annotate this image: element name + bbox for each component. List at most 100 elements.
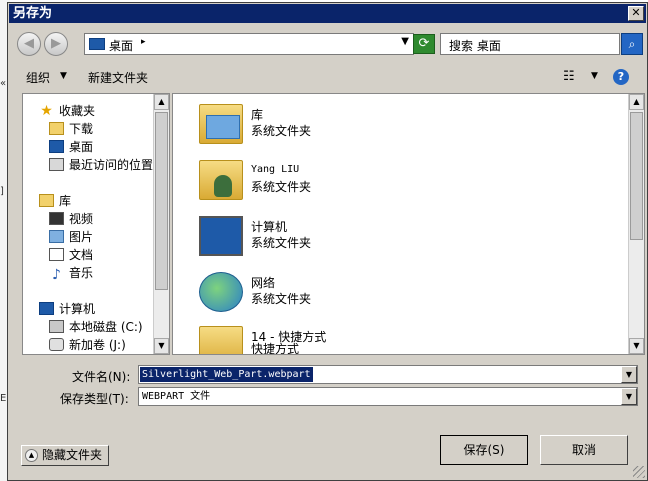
search-button[interactable]: ⌕: [621, 33, 643, 55]
back-arrow-icon: ◀: [24, 36, 34, 51]
computer-icon: [39, 302, 54, 315]
search-icon: ⌕: [628, 37, 636, 51]
chevron-up-icon: ▲: [25, 449, 38, 462]
music-icon: ♪: [52, 267, 61, 283]
item-type: 快捷方式: [251, 342, 300, 355]
filename-field[interactable]: Silverlight_Web_Part.webpart ▼: [138, 365, 638, 384]
navigation-bar: ◀ ▶ 桌面 ▸ ▼ ⟳ 搜索 桌面 ⌕: [8, 25, 647, 61]
address-location[interactable]: 桌面: [109, 37, 133, 54]
sidebar-item-music[interactable]: ♪ 音乐: [49, 264, 93, 282]
chevron-down-icon[interactable]: ▼: [621, 388, 637, 405]
sidebar-item-desktop[interactable]: 桌面: [49, 138, 93, 156]
window-title: 另存为: [13, 6, 53, 21]
refresh-button[interactable]: ⟳: [413, 34, 435, 54]
help-icon[interactable]: ?: [613, 69, 629, 85]
sidebar-item-libraries[interactable]: 库: [39, 192, 71, 210]
back-button[interactable]: ◀: [17, 32, 41, 56]
sidebar-item-computer[interactable]: 计算机: [39, 300, 95, 318]
scroll-up-button[interactable]: ▲: [629, 94, 644, 110]
library-icon: [39, 194, 54, 207]
pictures-icon: [49, 230, 64, 243]
sidebar-item-documents[interactable]: 文档: [49, 246, 93, 264]
shortcut-folder-icon: [199, 326, 243, 354]
filetype-label: 保存类型(T):: [60, 392, 129, 406]
sidebar-item-label: 下载: [69, 122, 94, 136]
scroll-down-button[interactable]: ▼: [629, 338, 644, 354]
sidebar-item-favorites[interactable]: ★ 收藏夹: [39, 102, 95, 120]
nav-pane-scrollbar[interactable]: ▲ ▼: [153, 94, 169, 354]
filename-value[interactable]: Silverlight_Web_Part.webpart: [140, 367, 313, 382]
scroll-thumb[interactable]: [155, 112, 168, 290]
item-type: 系统文件夹: [251, 292, 312, 306]
resize-grip[interactable]: [633, 466, 645, 478]
sidebar-item-label: 最近访问的位置: [69, 158, 154, 172]
sidebar-item-new-volume[interactable]: 新加卷 (J:): [49, 336, 126, 354]
chevron-down-icon[interactable]: ▼: [621, 366, 637, 383]
sidebar-item-label: 计算机: [59, 302, 96, 316]
scroll-down-button[interactable]: ▼: [154, 338, 169, 354]
scroll-up-button[interactable]: ▲: [154, 94, 169, 110]
sidebar-item-label: 文档: [69, 248, 94, 262]
library-folder-icon: [199, 104, 243, 144]
item-type: 系统文件夹: [251, 236, 312, 250]
sidebar-item-label: 收藏夹: [59, 104, 96, 118]
recent-places-icon: [49, 158, 64, 171]
scroll-thumb[interactable]: [630, 112, 643, 240]
file-list-scrollbar[interactable]: ▲ ▼: [628, 94, 644, 354]
sidebar-item-label: 桌面: [69, 140, 94, 154]
desktop-icon: [89, 38, 105, 50]
forward-arrow-icon: ▶: [51, 36, 61, 51]
filename-label: 文件名(N):: [72, 370, 131, 384]
filetype-select[interactable]: WEBPART 文件 ▼: [138, 387, 638, 406]
background-text: «: [0, 78, 7, 89]
sidebar-item-local-disk[interactable]: 本地磁盘 (C:): [49, 318, 143, 336]
refresh-icon: ⟳: [418, 36, 430, 51]
save-button[interactable]: 保存(S): [440, 435, 528, 465]
hide-folders-button[interactable]: ▲ 隐藏文件夹: [21, 445, 109, 466]
background-text: ]: [0, 186, 4, 197]
search-input[interactable]: 搜索 桌面: [440, 33, 620, 55]
command-toolbar: 组织 ▼ 新建文件夹 ☷ ▼ ?: [8, 63, 647, 91]
user-folder-icon: [199, 160, 243, 200]
item-name: 库: [251, 108, 264, 122]
documents-icon: [49, 248, 64, 261]
hide-folders-label: 隐藏文件夹: [42, 448, 103, 462]
save-as-dialog: 另存为 ✕ ◀ ▶ 桌面 ▸ ▼ ⟳ 搜索 桌面 ⌕ 组织 ▼ 新建文件夹 ☷ …: [7, 2, 648, 481]
close-button[interactable]: ✕: [628, 6, 644, 21]
item-type: 系统文件夹: [251, 124, 312, 138]
cancel-button[interactable]: 取消: [540, 435, 628, 465]
address-bar[interactable]: 桌面 ▸ ▼: [84, 33, 414, 55]
new-volume-icon: [49, 338, 64, 351]
view-options-icon[interactable]: ☷: [563, 69, 575, 84]
item-type: 系统文件夹: [251, 180, 312, 194]
new-folder-button[interactable]: 新建文件夹: [88, 69, 148, 86]
chevron-right-icon[interactable]: ▸: [141, 37, 146, 47]
view-chevron-icon[interactable]: ▼: [591, 71, 598, 81]
chevron-down-icon[interactable]: ▼: [401, 36, 409, 47]
item-name: 网络: [251, 276, 276, 290]
filetype-value[interactable]: WEBPART 文件: [142, 389, 210, 404]
sidebar-item-downloads[interactable]: 下载: [49, 120, 93, 138]
organize-menu[interactable]: 组织: [26, 69, 50, 86]
item-name: 计算机: [251, 220, 288, 234]
organize-chevron-icon[interactable]: ▼: [60, 71, 67, 81]
sidebar-item-videos[interactable]: 视频: [49, 210, 93, 228]
forward-button[interactable]: ▶: [44, 32, 68, 56]
sidebar-item-label: 本地磁盘 (C:): [69, 320, 143, 334]
desktop-icon: [49, 140, 64, 153]
file-list-pane[interactable]: 库 系统文件夹 Yang LIU 系统文件夹 计算机 系统文件夹 网络 系统文件…: [172, 93, 645, 355]
network-icon: [199, 272, 243, 312]
computer-icon: [199, 216, 243, 256]
local-disk-icon: [49, 320, 64, 333]
sidebar-item-label: 图片: [69, 230, 94, 244]
sidebar-item-pictures[interactable]: 图片: [49, 228, 93, 246]
downloads-icon: [49, 122, 64, 135]
video-icon: [49, 212, 64, 225]
item-name: Yang LIU: [251, 164, 300, 175]
sidebar-item-label: 视频: [69, 212, 94, 226]
navigation-pane[interactable]: ★ 收藏夹 下载 桌面 最近访问的位置 库 视频 图片 文档 ♪ 音乐 计算机: [22, 93, 170, 355]
sidebar-item-label: 音乐: [69, 266, 94, 280]
sidebar-item-recent-places[interactable]: 最近访问的位置: [49, 156, 153, 174]
sidebar-item-label: 新加卷 (J:): [69, 338, 126, 352]
star-icon: ★: [40, 103, 53, 119]
